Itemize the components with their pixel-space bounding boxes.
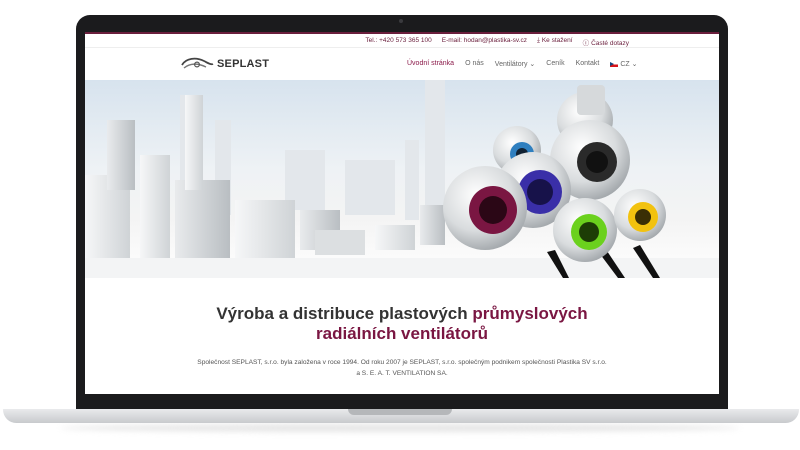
hero-slider[interactable] bbox=[85, 80, 719, 278]
nav-pricelist[interactable]: Ceník bbox=[546, 60, 564, 68]
headline-accent-1: průmyslových bbox=[472, 304, 588, 323]
nav-fans[interactable]: Ventilátory ⌄ bbox=[495, 60, 536, 68]
intro-paragraph: Společnost SEPLAST, s.r.o. byla založena… bbox=[175, 357, 629, 379]
main-navigation: SEPLAST Úvodní stránka O nás Ventilátory… bbox=[85, 48, 719, 81]
faq-link[interactable]: ⓘ Časté dotazy bbox=[583, 37, 629, 47]
headline-part1: Výroba a distribuce plastových bbox=[216, 304, 473, 323]
download-icon: ⤓ bbox=[536, 37, 540, 44]
question-icon: ⓘ bbox=[582, 40, 590, 47]
site-logo[interactable]: SEPLAST bbox=[180, 56, 269, 72]
phone-link[interactable]: Tel.: +420 573 365 100 bbox=[365, 37, 431, 47]
hero-image bbox=[85, 80, 719, 278]
nav-home[interactable]: Úvodní stránka bbox=[407, 60, 454, 68]
webcam-icon bbox=[399, 19, 403, 23]
download-link[interactable]: ⤓ Ke stažení bbox=[537, 37, 573, 47]
email-link[interactable]: E-mail: hodan@plastika-sv.cz bbox=[442, 37, 527, 47]
seplast-logo-icon bbox=[181, 57, 214, 69]
intro-line-2: a S. E. A. T. VENTILATION SA. bbox=[356, 370, 448, 377]
page-headline: Výroba a distribuce plastových průmyslov… bbox=[85, 304, 719, 344]
nav-about[interactable]: O nás bbox=[465, 60, 484, 68]
laptop-shadow bbox=[60, 424, 740, 432]
laptop-base-notch bbox=[348, 409, 452, 415]
faq-label: Časté dotazy bbox=[591, 40, 629, 47]
headline-accent-2: radiálních ventilátorů bbox=[316, 324, 488, 343]
download-label: Ke stažení bbox=[541, 37, 573, 44]
logo-text: SEPLAST bbox=[217, 58, 270, 70]
language-switcher[interactable]: CZ ⌄ bbox=[610, 60, 637, 68]
czech-flag-icon bbox=[610, 61, 619, 67]
website-screen: Tel.: +420 573 365 100 E-mail: hodan@pla… bbox=[85, 32, 719, 394]
top-contact-bar: Tel.: +420 573 365 100 E-mail: hodan@pla… bbox=[85, 32, 719, 48]
nav-contact[interactable]: Kontakt bbox=[576, 60, 600, 68]
intro-line-1: Společnost SEPLAST, s.r.o. byla založena… bbox=[197, 359, 607, 366]
language-label: CZ ⌄ bbox=[620, 61, 638, 68]
